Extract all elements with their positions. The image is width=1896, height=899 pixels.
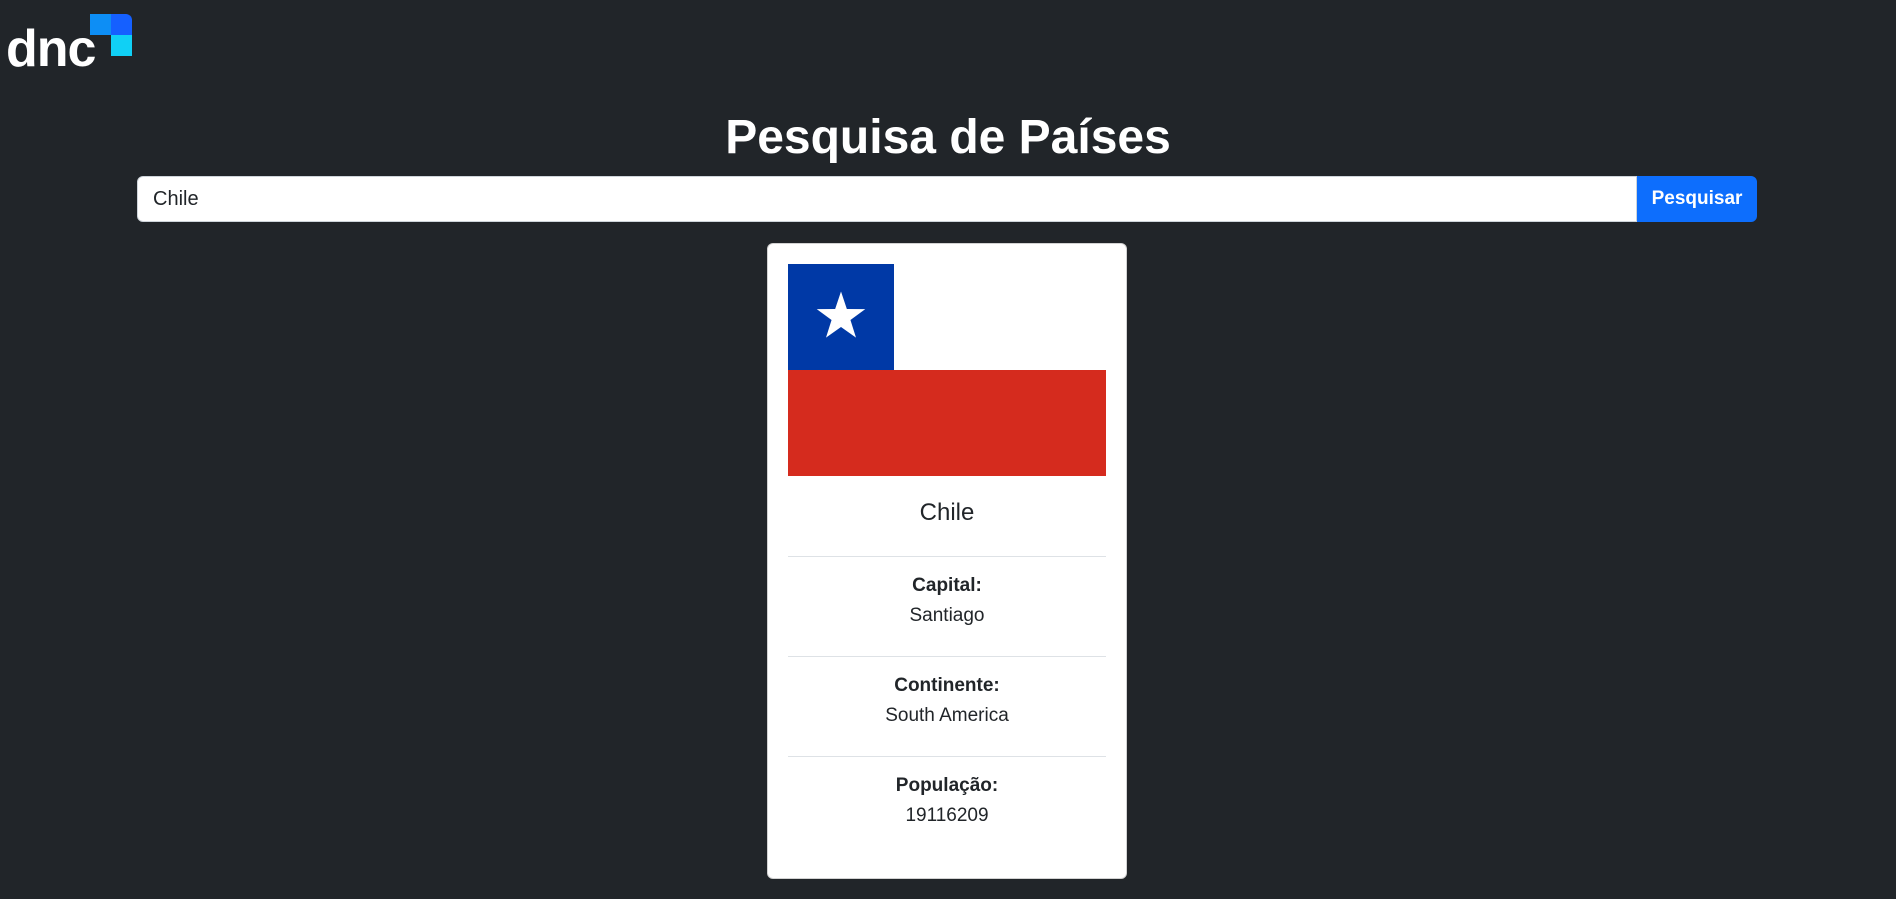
country-info-list: Capital: Santiago Continente: South Amer… [788,556,1106,856]
population-item: População: 19116209 [788,756,1106,856]
chile-flag-icon [788,264,1106,476]
country-name: Chile [919,499,975,526]
logo-text: dnc [6,20,96,78]
logo-mark-square-blue [111,14,132,35]
search-button[interactable]: Pesquisar [1637,176,1757,222]
continent-item: Continente: South America [788,656,1106,756]
continent-value: South America [885,705,1009,726]
logo-mark-square-cyan [111,35,132,56]
capital-item: Capital: Santiago [788,556,1106,656]
capital-value: Santiago [909,605,985,626]
search-bar: Pesquisar [137,176,1757,222]
search-input[interactable] [137,176,1637,222]
capital-label: Capital: [912,575,982,596]
country-card: Chile Capital: Santiago Continente: Sout… [767,243,1127,879]
flag-red-band [788,370,1106,476]
population-value: 19116209 [905,805,989,826]
logo-mark-icon [90,14,132,56]
continent-label: Continente: [894,675,1000,696]
dnc-logo: dnc [6,14,134,78]
page-title: Pesquisa de Países [725,111,1171,164]
population-label: População: [895,775,999,796]
logo-mark-square-light [90,14,111,35]
